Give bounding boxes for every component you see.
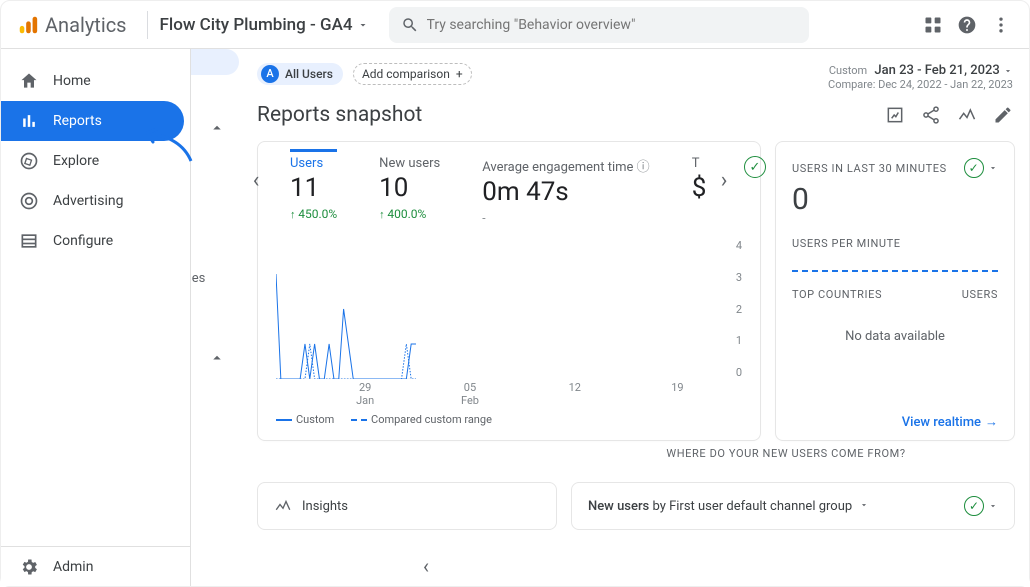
col-countries: TOP COUNTRIES: [792, 288, 882, 301]
apps-icon[interactable]: [923, 15, 943, 35]
metric-value: 0m 47s: [482, 177, 649, 207]
bar-chart-icon: [19, 111, 39, 131]
insights-icon[interactable]: [957, 105, 977, 125]
property-selector[interactable]: Flow City Plumbing - GA4: [160, 15, 369, 35]
col-users: USERS: [962, 288, 998, 301]
sidebar-item-advertising[interactable]: Advertising: [1, 181, 190, 221]
metric-label: Average engagement time ⓘ: [482, 156, 649, 175]
metric-delta: 400.0%: [379, 207, 440, 221]
insights-icon: [274, 497, 292, 515]
sidebar-item-reports[interactable]: Reports: [1, 101, 184, 141]
sidebar-item-label: Home: [53, 73, 91, 89]
metric-value: 11: [290, 173, 337, 203]
check-icon: ✓: [964, 158, 984, 178]
help-icon: ⓘ: [637, 160, 650, 175]
minute-sparkline: [792, 270, 998, 272]
divider: [147, 11, 148, 39]
audience-badge: A: [261, 65, 279, 83]
status-dropdown[interactable]: ✓: [964, 496, 998, 516]
sidebar-item-home[interactable]: Home: [1, 61, 190, 101]
cutoff-text: ses: [191, 271, 205, 286]
realtime-value: 0: [792, 182, 998, 217]
section-question: WHERE DO YOUR NEW USERS COME FROM?: [557, 441, 1015, 466]
help-icon[interactable]: [957, 15, 977, 35]
caret-down-icon: [859, 500, 869, 510]
target-icon: [19, 191, 39, 211]
check-icon: ✓: [964, 496, 984, 516]
metric-tab-newusers[interactable]: New users 10 400.0%: [379, 156, 460, 225]
gear-icon: [19, 557, 39, 577]
edit-icon[interactable]: [993, 105, 1013, 125]
brand-label: Analytics: [45, 13, 127, 37]
chart-legend: Custom Compared custom range: [276, 413, 742, 426]
dimension-selector[interactable]: New users by First user default channel …: [588, 499, 869, 514]
timeseries-chart: 43210 29Jan05Feb1219: [276, 239, 742, 389]
date-range: Jan 23 - Feb 21, 2023: [874, 63, 999, 78]
share-icon[interactable]: [921, 105, 941, 125]
sidebar-item-label: Reports: [53, 113, 102, 129]
sidebar-item-admin[interactable]: Admin: [1, 546, 190, 586]
search-input[interactable]: [427, 17, 797, 33]
realtime-header: USERS IN LAST 30 MINUTES: [792, 162, 947, 175]
new-users-card: New users by First user default channel …: [571, 482, 1015, 530]
date-range-picker[interactable]: Custom Jan 23 - Feb 21, 2023: [828, 63, 1013, 78]
chevron-up-icon[interactable]: [208, 119, 226, 137]
sidebar-item-explore[interactable]: Explore: [1, 141, 190, 181]
insights-card[interactable]: Insights: [257, 482, 557, 530]
sidebar-item-label: Admin: [53, 559, 93, 575]
caret-down-icon: [1003, 66, 1013, 76]
metric-label: Users: [290, 149, 337, 171]
metric-delta: 450.0%: [290, 207, 337, 221]
scroll-left-button[interactable]: ‹: [244, 168, 268, 192]
sidebar-item-label: Advertising: [53, 193, 123, 209]
chevron-up-icon[interactable]: [208, 349, 226, 367]
explore-icon: [19, 151, 39, 171]
caret-down-icon: [988, 501, 998, 511]
metric-tab-cutoff[interactable]: T $: [692, 156, 712, 207]
no-data-label: No data available: [792, 329, 998, 344]
add-comparison-label: Add comparison: [362, 67, 450, 81]
search-input-wrapper[interactable]: [389, 7, 809, 43]
analytics-logo-icon: [17, 14, 39, 36]
metric-tab-engagement[interactable]: Average engagement time ⓘ 0m 47s -: [482, 156, 669, 229]
page-title: Reports snapshot: [257, 103, 422, 127]
audience-label: All Users: [285, 67, 333, 81]
search-icon: [401, 16, 419, 34]
table-icon: [19, 231, 39, 251]
status-check-icon: ✓: [744, 156, 766, 178]
audience-pill[interactable]: A All Users: [257, 63, 343, 85]
chevron-left-icon[interactable]: ‹: [423, 554, 429, 578]
view-realtime-link[interactable]: View realtime →: [792, 374, 998, 430]
realtime-sub: USERS PER MINUTE: [792, 237, 998, 250]
caret-down-icon: [988, 163, 998, 173]
sidebar-item-label: Explore: [53, 153, 99, 169]
metric-value: 10: [379, 173, 440, 203]
overview-chart-card: ‹ › ✓ Users 11 450.0% New users 10: [257, 141, 761, 441]
realtime-card: USERS IN LAST 30 MINUTES ✓ 0 USERS PER M…: [775, 141, 1015, 441]
metric-label: New users: [379, 156, 440, 171]
arrow-right-icon: →: [985, 414, 998, 430]
metric-delta: -: [482, 211, 649, 225]
sidebar-item-label: Configure: [53, 233, 113, 249]
compare-range: Compare: Dec 24, 2022 - Jan 22, 2023: [828, 78, 1013, 91]
sidebar-item-configure[interactable]: Configure: [1, 221, 190, 261]
customize-icon[interactable]: [885, 105, 905, 125]
plus-icon: +: [456, 67, 463, 81]
status-dropdown[interactable]: ✓: [964, 158, 998, 178]
more-vert-icon[interactable]: [991, 15, 1011, 35]
metric-tab-users[interactable]: Users 11 450.0%: [290, 156, 357, 225]
caret-down-icon: [357, 19, 369, 31]
home-icon: [19, 71, 39, 91]
date-prefix: Custom: [829, 64, 867, 77]
property-name: Flow City Plumbing - GA4: [160, 15, 353, 35]
add-comparison-button[interactable]: Add comparison +: [353, 63, 472, 85]
sidebar: Home Reports Explore Advertising Configu…: [1, 49, 191, 586]
insights-label: Insights: [302, 499, 348, 514]
